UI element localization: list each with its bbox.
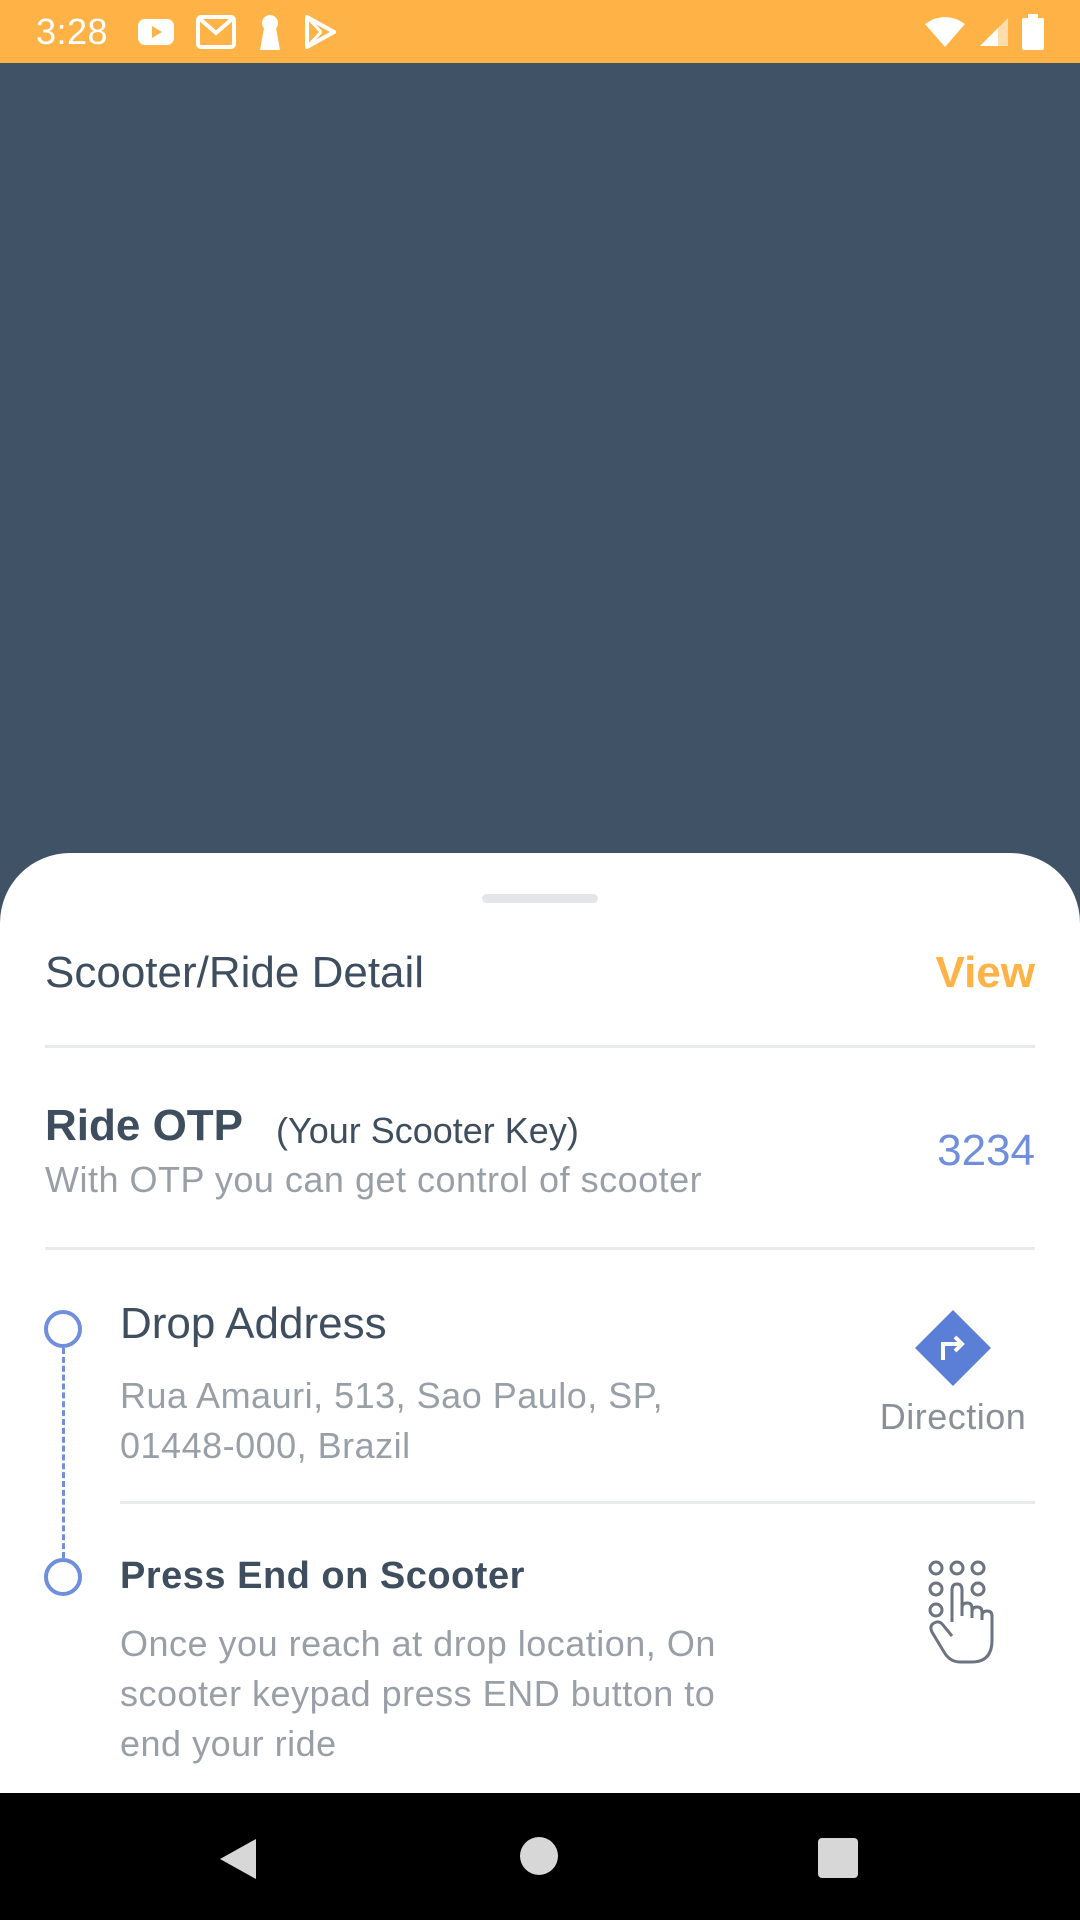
drag-handle[interactable] — [482, 894, 598, 903]
system-navigation-bar — [0, 1793, 1080, 1920]
end-step-description: Once you reach at drop location, On scoo… — [120, 1623, 716, 1764]
drop-address-text: Rua Amauri, 513, Sao Paulo, SP, 01448-00… — [120, 1375, 664, 1466]
direction-button[interactable]: Direction — [870, 1308, 1036, 1448]
back-icon[interactable] — [218, 1837, 258, 1881]
divider — [45, 1247, 1035, 1250]
end-step-title: Press End on Scooter — [120, 1555, 525, 1597]
otp-subtitle: (Your Scooter Key) — [276, 1110, 579, 1151]
view-button[interactable]: View — [936, 948, 1035, 998]
turn-right-diamond-icon — [915, 1310, 991, 1386]
otp-description: With OTP you can get control of scooter — [45, 1159, 703, 1200]
timeline-start-dot — [44, 1310, 82, 1348]
drop-address-title: Drop Address — [120, 1299, 387, 1348]
divider — [120, 1501, 1035, 1504]
battery-icon — [1022, 13, 1044, 50]
direction-label: Direction — [879, 1396, 1027, 1437]
divider — [45, 1045, 1035, 1048]
home-icon[interactable] — [520, 1837, 558, 1875]
signal-icon — [980, 17, 1008, 46]
keyhole-icon — [260, 14, 281, 50]
gmail-icon — [196, 14, 237, 49]
notification-icons — [138, 14, 337, 50]
ride-detail-sheet: Scooter/Ride Detail View Ride OTP (Your … — [0, 853, 1080, 1793]
timeline-end-dot — [44, 1558, 82, 1596]
otp-value: 3234 — [937, 1126, 1035, 1175]
otp-title: Ride OTP — [45, 1101, 244, 1150]
keypad-tap-icon — [928, 1560, 994, 1664]
wifi-icon — [925, 16, 965, 47]
youtube-icon — [138, 18, 175, 45]
recents-icon[interactable] — [818, 1838, 858, 1878]
system-icons — [924, 13, 1044, 50]
status-time: 3:28 — [36, 10, 109, 52]
status-bar: 3:28 — [0, 0, 1080, 63]
map-view[interactable] — [0, 63, 1080, 863]
timeline-dashed-line — [62, 1348, 65, 1558]
sheet-title: Scooter/Ride Detail — [45, 948, 425, 997]
play-store-icon — [305, 14, 337, 49]
